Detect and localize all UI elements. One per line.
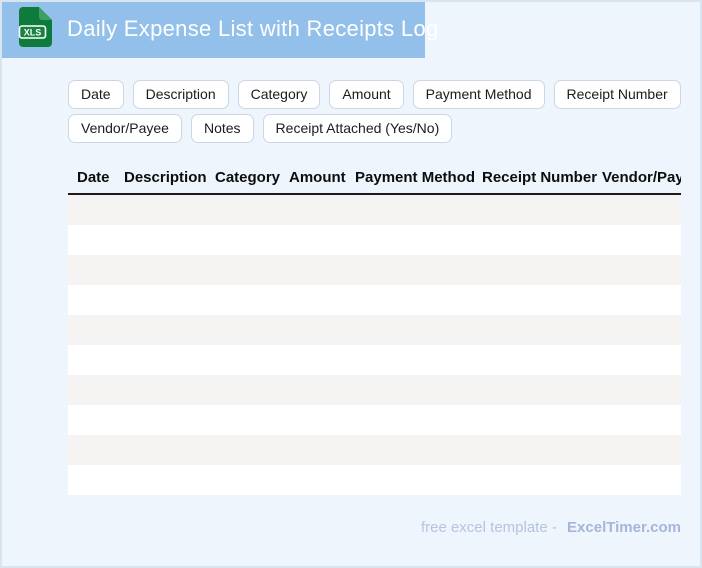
xls-file-icon: XLS [18,6,52,52]
column-header: Date [77,169,110,186]
header-bar: XLS Daily Expense List with Receipts Log [2,2,438,58]
footer: free excel template - ExcelTimer.com [68,519,681,536]
table-row [68,285,681,315]
field-chip[interactable]: Notes [190,114,254,143]
table-row [68,345,681,375]
expense-table: Date Description Category Amount Payment Met… [68,169,681,495]
column-header: Category [215,169,281,186]
field-chip[interactable]: Category [237,80,321,109]
field-chips: Date Description Category Amount Payment Met… [68,80,700,143]
column-header: Receipt Number [482,169,598,186]
table-row [68,195,681,225]
template-preview-page: XLS Daily Expense List with Receipts Log… [0,0,702,568]
xls-icon-label: XLS [24,27,42,37]
footer-label: free excel template - [420,519,557,536]
column-header: Amount [289,169,346,186]
table-row [68,375,681,405]
table-row [68,315,681,345]
page-title: Daily Expense List with Receipts Log [67,16,439,41]
column-header: Description [124,169,207,186]
table-row [68,255,681,285]
column-header: Payment Method [355,169,476,186]
field-chip[interactable]: Date [68,80,124,109]
field-chip[interactable]: Amount [329,80,404,109]
table-row [68,405,681,435]
table-row [68,465,681,495]
footer-brand-link[interactable]: ExcelTimer.com [567,519,681,536]
column-header: Vendor/Payee [602,169,681,186]
field-chip[interactable]: Receipt Number [553,80,681,109]
field-chip[interactable]: Receipt Attached (Yes/No) [262,114,453,143]
field-chip[interactable]: Vendor/Payee [68,114,182,143]
field-chip[interactable]: Description [132,80,229,109]
table-body [68,195,681,495]
table-header-row: Date Description Category Amount Payment Met… [68,169,681,195]
field-chip[interactable]: Payment Method [412,80,545,109]
table-row [68,225,681,255]
table-row [68,435,681,465]
